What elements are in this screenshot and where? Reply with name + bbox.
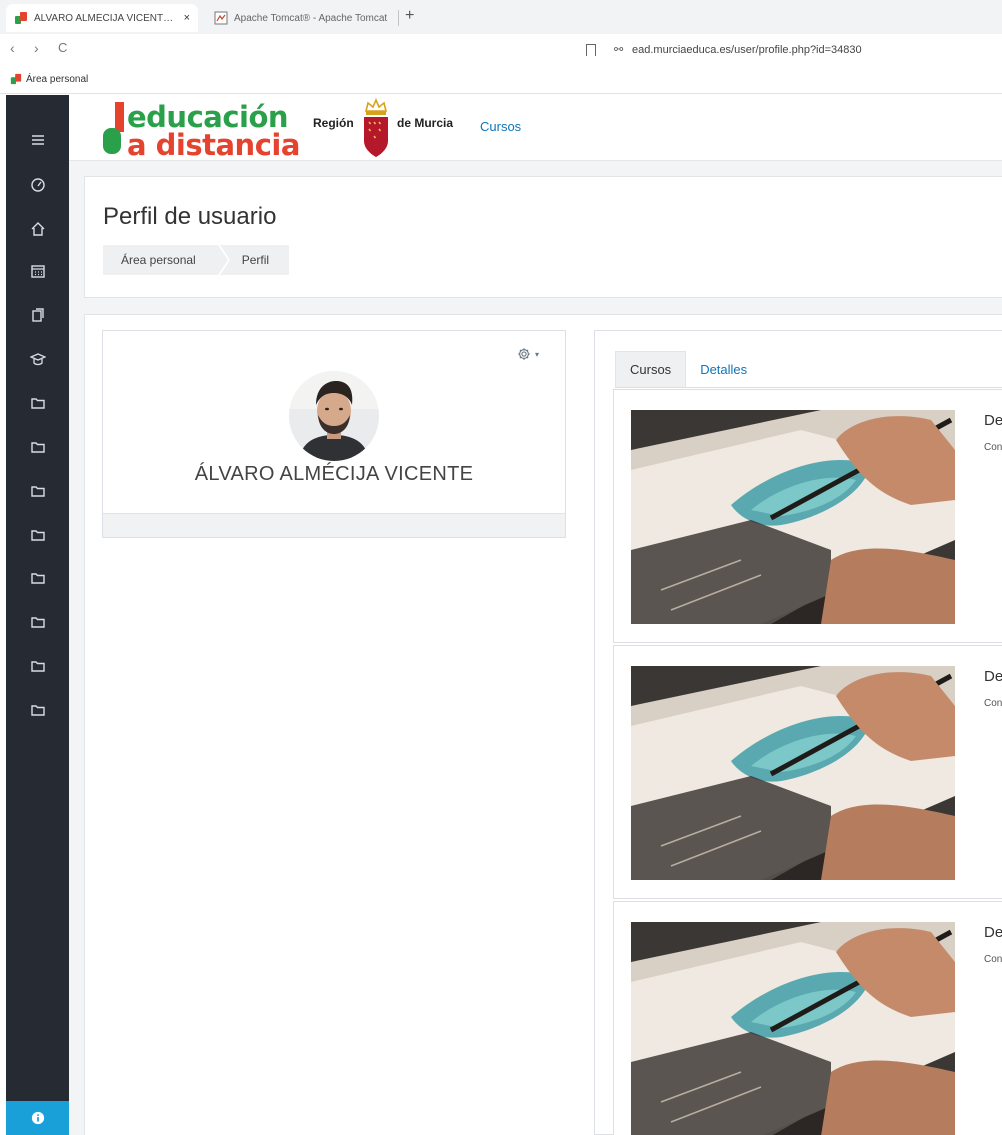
course-card[interactable]: De Con xyxy=(613,645,1002,899)
profile-tabs: Cursos Detalles xyxy=(615,351,761,387)
graduation-cap-icon xyxy=(29,353,46,366)
browser-tab-tomcat[interactable]: Apache Tomcat® - Apache Tomcat xyxy=(206,4,396,32)
courses-panel: Cursos Detalles De Con De Con De Con xyxy=(594,330,1002,1135)
bookmarks-bar: Área personal xyxy=(0,66,1002,94)
sidebar-item-folder-8[interactable] xyxy=(6,695,69,725)
sidebar-item-dashboard[interactable] xyxy=(6,170,69,200)
browser-tab-bar: ÁLVARO ALMÉCIJA VICENTE: Pe × Apache Tom… xyxy=(0,0,1002,34)
folder-icon xyxy=(30,398,45,409)
region-label: de Murcia xyxy=(397,116,454,130)
browser-toolbar: ‹ › C ⚯ ead.murciaeduca.es/user/profile.… xyxy=(0,34,1002,66)
sidebar-item-folder-5[interactable] xyxy=(6,563,69,593)
avatar[interactable] xyxy=(289,371,379,461)
sidebar-item-home[interactable] xyxy=(6,214,69,244)
calendar-icon xyxy=(30,265,45,278)
home-icon xyxy=(31,222,44,236)
left-sidebar xyxy=(6,95,69,1135)
new-tab-button[interactable]: + xyxy=(405,7,414,25)
sidebar-item-folder-2[interactable] xyxy=(6,432,69,462)
breadcrumb-item-area-personal[interactable]: Área personal xyxy=(103,245,230,275)
course-title[interactable]: De xyxy=(984,924,1002,941)
tab-separator xyxy=(398,10,399,26)
course-image[interactable] xyxy=(631,410,955,624)
course-subtitle: Con xyxy=(984,698,1002,709)
profile-name: ÁLVARO ALMÉCIJA VICENTE xyxy=(194,463,474,485)
course-card[interactable]: De Con xyxy=(613,389,1002,643)
reload-button[interactable]: C xyxy=(58,40,67,55)
tomcat-favicon-icon xyxy=(214,11,228,25)
folder-icon xyxy=(30,530,45,541)
course-subtitle: Con xyxy=(984,954,1002,965)
menu-toggle-button[interactable] xyxy=(6,125,69,155)
course-image[interactable] xyxy=(631,666,955,880)
page-header: Perfil de usuario Área personal Perfil xyxy=(84,176,1002,298)
tab-cursos[interactable]: Cursos xyxy=(615,351,687,387)
tabs-divider xyxy=(615,387,1002,388)
sidebar-item-courses[interactable] xyxy=(6,344,69,374)
sidebar-item-folder-3[interactable] xyxy=(6,476,69,506)
sidebar-item-calendar[interactable] xyxy=(6,256,69,286)
bookmark-icon[interactable] xyxy=(586,44,596,56)
profile-card: ▾ ÁLVARO ALMÉCIJA VICENTE xyxy=(102,330,566,538)
sidebar-item-files[interactable] xyxy=(6,300,69,330)
info-icon xyxy=(31,1111,44,1125)
breadcrumb: Área personal Perfil xyxy=(103,245,290,275)
back-button[interactable]: ‹ xyxy=(10,40,15,56)
forward-button[interactable]: › xyxy=(34,40,39,56)
region-label: Región xyxy=(313,116,354,130)
profile-card-footer xyxy=(103,513,565,537)
course-title[interactable]: De xyxy=(984,412,1002,429)
site-favicon-icon xyxy=(10,73,22,85)
course-subtitle: Con xyxy=(984,442,1002,453)
dashboard-icon xyxy=(30,178,45,192)
browser-tab-title: Apache Tomcat® - Apache Tomcat xyxy=(234,12,388,24)
course-title[interactable]: De xyxy=(984,668,1002,685)
folder-icon xyxy=(30,661,45,672)
site-header: educación a distancia Región de Murcia C… xyxy=(69,95,1002,162)
folder-icon xyxy=(30,442,45,453)
sidebar-item-folder-4[interactable] xyxy=(6,520,69,550)
course-image[interactable] xyxy=(631,922,955,1135)
browser-tab-title: ÁLVARO ALMÉCIJA VICENTE: Pe xyxy=(34,12,178,24)
menu-icon xyxy=(31,135,44,145)
bookmark-label: Área personal xyxy=(26,73,89,85)
address-bar[interactable]: ead.murciaeduca.es/user/profile.php?id=3… xyxy=(632,44,862,56)
files-icon xyxy=(31,308,44,322)
sidebar-item-folder-7[interactable] xyxy=(6,651,69,681)
sidebar-item-folder-6[interactable] xyxy=(6,607,69,637)
site-settings-icon[interactable]: ⚯ xyxy=(614,43,623,56)
folder-icon xyxy=(30,617,45,628)
folder-icon xyxy=(30,573,45,584)
bookmark-area-personal[interactable]: Área personal xyxy=(10,73,88,85)
folder-icon xyxy=(30,705,45,716)
header-nav-cursos[interactable]: Cursos xyxy=(480,119,521,134)
info-button[interactable] xyxy=(6,1101,69,1135)
logo-line-2: a distancia xyxy=(127,128,300,162)
breadcrumb-item-perfil: Perfil xyxy=(219,245,290,275)
murcia-coat-of-arms-icon xyxy=(364,97,388,157)
site-logo[interactable]: educación a distancia xyxy=(101,98,309,162)
sidebar-item-folder-1[interactable] xyxy=(6,388,69,418)
chevron-down-icon: ▾ xyxy=(535,349,540,359)
page-title: Perfil de usuario xyxy=(103,203,277,230)
close-tab-icon[interactable]: × xyxy=(184,12,190,24)
gear-icon xyxy=(518,348,530,360)
site-favicon-icon xyxy=(15,12,27,24)
course-card[interactable]: De Con xyxy=(613,901,1002,1135)
folder-icon xyxy=(30,486,45,497)
tab-detalles[interactable]: Detalles xyxy=(686,351,761,387)
profile-actions-menu[interactable]: ▾ xyxy=(517,347,539,361)
browser-tab-profile[interactable]: ÁLVARO ALMÉCIJA VICENTE: Pe × xyxy=(6,4,198,32)
